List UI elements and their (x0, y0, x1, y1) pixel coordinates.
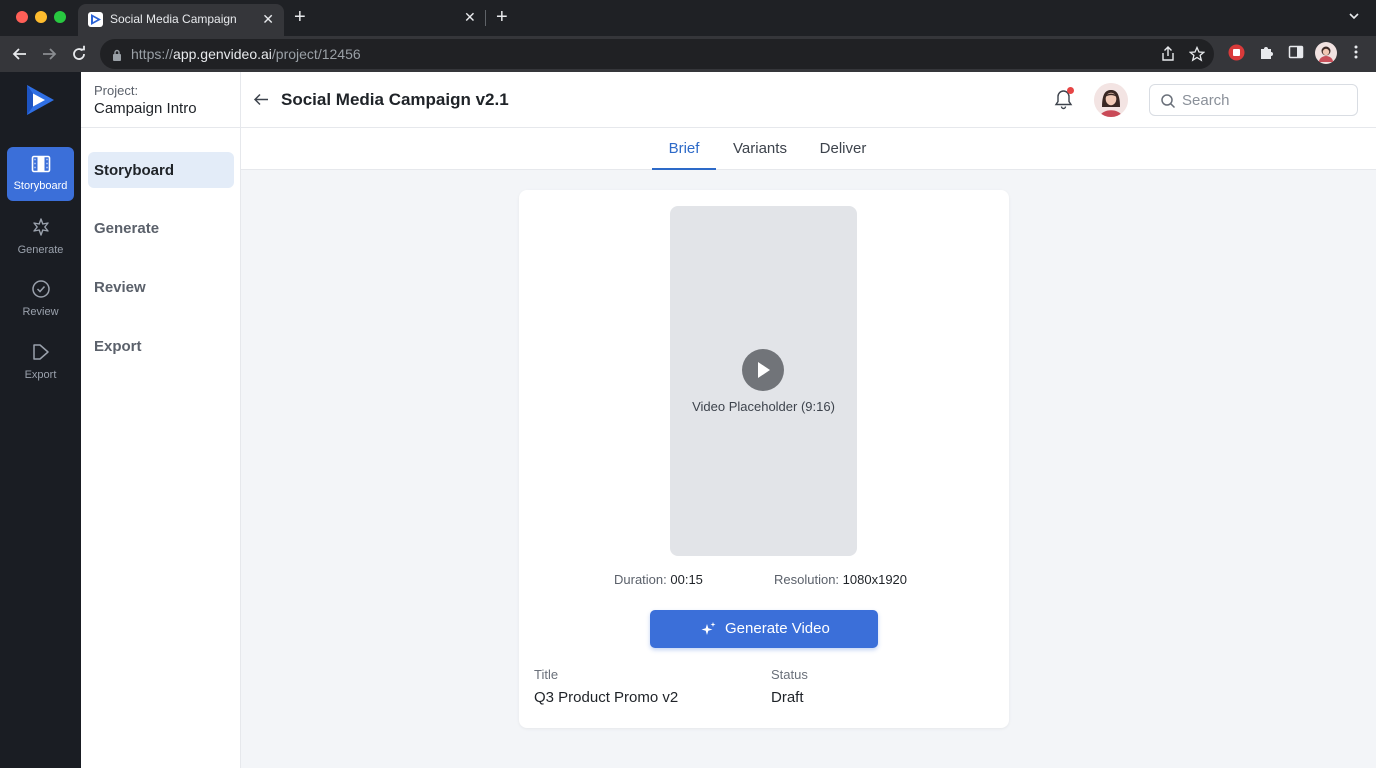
sidebar-item-storyboard[interactable]: Storyboard (88, 152, 234, 188)
project-label: Project: (94, 83, 139, 98)
tab-brief[interactable]: Brief (652, 128, 716, 170)
lock-icon (112, 48, 122, 66)
tab-variants[interactable]: Variants (725, 128, 795, 170)
app-logo-icon[interactable] (24, 84, 56, 121)
rail-item-label: Review (22, 306, 59, 318)
search-icon (1161, 94, 1176, 109)
film-icon (7, 155, 74, 176)
extension-badge-icon[interactable] (1228, 44, 1245, 66)
browser-tab-title: Social Media Campaign (110, 12, 237, 26)
app-root: Storyboard Generate Review Export Projec… (0, 72, 1376, 768)
address-bar[interactable]: https://app.genvideo.ai/project/12456 (100, 39, 1214, 69)
project-name: Campaign Intro (94, 100, 197, 117)
status-value: Draft (771, 689, 804, 706)
rail-item-review[interactable]: Review (7, 271, 74, 325)
video-preview[interactable]: Video Placeholder (9:16) (670, 206, 857, 556)
browser-toolbar: https://app.genvideo.ai/project/12456 (0, 36, 1376, 72)
sidebar-item-review[interactable]: Review (88, 269, 234, 305)
video-brief-card: Video Placeholder (9:16) Duration: 00:15… (519, 190, 1009, 728)
resolution-value: 1080x1920 (842, 572, 908, 587)
search-box[interactable] (1149, 84, 1358, 116)
divider (81, 127, 241, 128)
sidebar-item-generate[interactable]: Generate (88, 210, 234, 246)
video-placeholder-label: Video Placeholder (9:16) (692, 399, 835, 414)
title-value: Q3 Product Promo v2 (534, 689, 679, 706)
new-tab-icon[interactable]: + (496, 6, 508, 28)
reload-icon[interactable] (69, 44, 89, 64)
duration-meta: Duration: 00:15 (614, 572, 703, 587)
title-label: Title (534, 667, 559, 682)
resolution-label: Resolution: (774, 572, 840, 587)
browser-tab-bar: Social Media Campaign ✕ + ✕ + (0, 0, 1376, 36)
chevron-down-icon[interactable] (1348, 9, 1360, 27)
resolution-meta: Resolution: 1080x1920 (774, 572, 907, 587)
play-icon (758, 362, 770, 378)
tab-deliver[interactable]: Deliver (811, 128, 875, 170)
tab-close-icon[interactable]: ✕ (464, 9, 476, 26)
browser-tab[interactable]: Social Media Campaign ✕ (78, 4, 284, 36)
page-header: Social Media Campaign v2.1 (241, 72, 1376, 128)
duration-value: 00:15 (670, 572, 703, 587)
duration-label: Duration: (614, 572, 667, 587)
sidebar-item-export[interactable]: Export (88, 328, 234, 364)
new-tab-icon[interactable]: + (294, 6, 306, 28)
url-text: https://app.genvideo.ai/project/12456 (131, 46, 361, 62)
status-label: Status (771, 667, 808, 682)
rail-item-storyboard[interactable]: Storyboard (7, 147, 74, 201)
rail-item-label: Storyboard (13, 180, 68, 192)
project-sidebar: Project: Campaign Intro Storyboard Gener… (81, 72, 241, 768)
window-minimize-button[interactable] (35, 11, 47, 23)
generate-video-label: Generate Video (725, 620, 830, 637)
rail-item-generate[interactable]: Generate (7, 209, 74, 263)
tab-close-icon[interactable]: ✕ (262, 10, 274, 28)
check-circle-icon (7, 279, 74, 302)
search-input[interactable] (1182, 90, 1352, 110)
rail-item-label: Generate (17, 244, 64, 256)
browser-menu-icon[interactable] (1348, 44, 1364, 65)
sparkle-icon (7, 217, 74, 240)
window-zoom-button[interactable] (54, 11, 66, 23)
profile-avatar[interactable] (1315, 42, 1337, 69)
back-arrow-icon[interactable] (253, 91, 270, 113)
back-icon[interactable] (10, 44, 30, 64)
play-button[interactable] (742, 349, 784, 391)
share-icon[interactable] (1161, 46, 1175, 67)
icon-rail: Storyboard Generate Review Export (0, 72, 81, 768)
bookmark-star-icon[interactable] (1188, 45, 1206, 67)
sparkles-icon (701, 622, 716, 635)
generate-video-button[interactable]: Generate Video (650, 610, 878, 648)
user-avatar[interactable] (1094, 83, 1128, 117)
tab-divider (485, 10, 486, 26)
rail-item-label: Export (24, 369, 57, 381)
favicon-icon (88, 12, 103, 27)
forward-icon[interactable] (39, 44, 59, 64)
side-panel-icon[interactable] (1288, 44, 1304, 65)
notification-badge (1067, 87, 1074, 94)
export-icon (7, 342, 74, 365)
rail-item-export[interactable]: Export (7, 334, 74, 388)
extensions-puzzle-icon[interactable] (1258, 44, 1275, 66)
page-tabs: Brief Variants Deliver (241, 128, 1376, 170)
page-title: Social Media Campaign v2.1 (281, 90, 509, 109)
window-close-button[interactable] (16, 11, 28, 23)
